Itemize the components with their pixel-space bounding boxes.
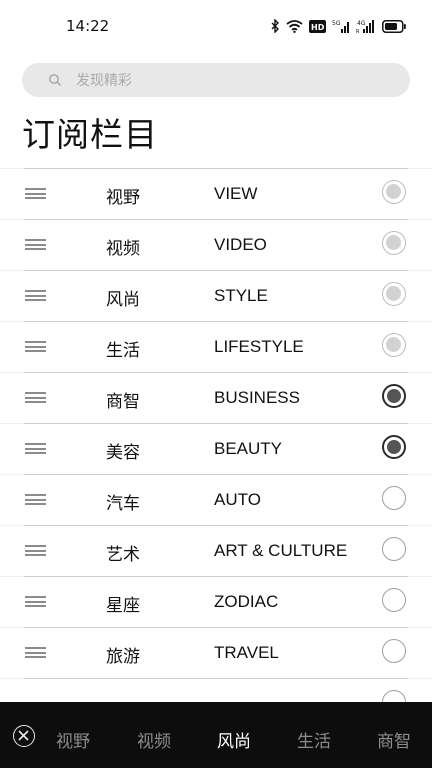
column-name-en: AUTO bbox=[214, 490, 261, 509]
drag-handle-icon[interactable] bbox=[25, 545, 46, 556]
drag-handle-icon[interactable] bbox=[25, 494, 46, 505]
list-item[interactable]: 汽车 AUTO bbox=[0, 474, 432, 525]
column-name-zh: 汽车 bbox=[106, 494, 140, 514]
list-item[interactable]: 旅游 TRAVEL bbox=[0, 627, 432, 678]
svg-text:R: R bbox=[356, 29, 360, 33]
column-name-en: BUSINESS bbox=[214, 388, 300, 407]
bottom-tab-bar: 视野 视频 风尚 生活 商智 bbox=[0, 702, 432, 768]
column-name-zh: 美容 bbox=[106, 443, 140, 463]
drag-handle-icon[interactable] bbox=[25, 443, 46, 454]
column-name-en: VIEW bbox=[214, 184, 258, 203]
bottom-tab[interactable]: 风尚 bbox=[217, 727, 251, 752]
bottom-tab[interactable]: 商智 bbox=[377, 727, 411, 752]
list-item[interactable]: 视频 VIDEO bbox=[0, 219, 432, 270]
row-divider bbox=[24, 576, 408, 577]
column-name-zh: 视野 bbox=[106, 188, 140, 208]
close-icon bbox=[18, 730, 29, 741]
subscribe-radio[interactable] bbox=[382, 333, 406, 357]
close-button[interactable] bbox=[13, 725, 35, 747]
subscribe-radio[interactable] bbox=[382, 435, 406, 459]
list-item[interactable]: 美容 BEAUTY bbox=[0, 423, 432, 474]
row-divider bbox=[24, 423, 408, 424]
subscribe-radio[interactable] bbox=[382, 486, 406, 510]
svg-text:HD: HD bbox=[311, 23, 325, 32]
battery-icon bbox=[382, 19, 406, 33]
drag-handle-icon[interactable] bbox=[25, 341, 46, 352]
signal-5g-icon: 5G bbox=[332, 19, 350, 33]
bluetooth-icon bbox=[270, 19, 280, 33]
drag-handle-icon[interactable] bbox=[25, 392, 46, 403]
column-name-en: LIFESTYLE bbox=[214, 337, 304, 356]
list-item[interactable]: 星座 ZODIAC bbox=[0, 576, 432, 627]
signal-4g-icon: 4G R bbox=[356, 19, 376, 33]
column-name-en: VIDEO bbox=[214, 235, 267, 254]
row-divider bbox=[24, 678, 408, 679]
row-divider bbox=[24, 321, 408, 322]
svg-text:4G: 4G bbox=[357, 20, 366, 27]
column-name-zh: 艺术 bbox=[106, 545, 140, 565]
drag-handle-icon[interactable] bbox=[25, 290, 46, 301]
subscribe-radio[interactable] bbox=[382, 231, 406, 255]
list-item[interactable]: 生活 LIFESTYLE bbox=[0, 321, 432, 372]
column-name-en: ART & CULTURE bbox=[214, 541, 348, 560]
row-divider bbox=[24, 372, 408, 373]
list-item[interactable]: 艺术 ART & CULTURE bbox=[0, 525, 432, 576]
column-name-en: TRAVEL bbox=[214, 643, 279, 662]
list-item[interactable]: 商智 BUSINESS bbox=[0, 372, 432, 423]
drag-handle-icon[interactable] bbox=[25, 188, 46, 199]
subscribe-radio[interactable] bbox=[382, 180, 406, 204]
subscribe-radio[interactable] bbox=[382, 384, 406, 408]
column-name-zh: 商智 bbox=[106, 392, 140, 412]
column-name-zh: 生活 bbox=[106, 341, 140, 361]
column-name-zh: 星座 bbox=[106, 596, 140, 616]
drag-handle-icon[interactable] bbox=[25, 596, 46, 607]
column-name-zh: 视频 bbox=[106, 239, 140, 259]
subscribe-radio[interactable] bbox=[382, 639, 406, 663]
drag-handle-icon[interactable] bbox=[25, 647, 46, 658]
list-item[interactable]: 风尚 STYLE bbox=[0, 270, 432, 321]
column-name-en: BEAUTY bbox=[214, 439, 283, 458]
wifi-icon bbox=[286, 19, 303, 33]
row-divider bbox=[24, 627, 408, 628]
search-bar[interactable]: 发现精彩 bbox=[22, 63, 410, 97]
status-icons: HD 5G 4G R bbox=[270, 16, 406, 36]
search-icon bbox=[49, 74, 62, 87]
bottom-tab[interactable]: 视频 bbox=[137, 727, 171, 752]
bottom-tab[interactable]: 生活 bbox=[297, 727, 331, 752]
row-divider bbox=[24, 219, 408, 220]
status-time: 14:22 bbox=[66, 17, 110, 35]
svg-text:5G: 5G bbox=[332, 20, 341, 27]
search-placeholder: 发现精彩 bbox=[76, 73, 132, 89]
drag-handle-icon[interactable] bbox=[25, 239, 46, 250]
hd-icon: HD bbox=[309, 19, 326, 33]
subscription-list: 视野 VIEW 视频 VIDEO 风尚 STYLE 生活 LIFESTYLE 商… bbox=[0, 168, 432, 729]
list-item[interactable]: 视野 VIEW bbox=[0, 168, 432, 219]
bottom-tab[interactable]: 视野 bbox=[56, 727, 90, 752]
status-bar: 14:22 HD 5G 4G R bbox=[0, 0, 432, 52]
column-name-en: STYLE bbox=[214, 286, 268, 305]
column-name-zh: 风尚 bbox=[106, 290, 140, 310]
subscribe-radio[interactable] bbox=[382, 537, 406, 561]
row-divider bbox=[24, 474, 408, 475]
row-divider bbox=[24, 525, 408, 526]
column-name-en: ZODIAC bbox=[214, 592, 279, 611]
row-divider bbox=[24, 270, 408, 271]
subscribe-radio[interactable] bbox=[382, 588, 406, 612]
column-name-zh: 旅游 bbox=[106, 647, 140, 667]
subscribe-radio[interactable] bbox=[382, 282, 406, 306]
row-divider bbox=[24, 168, 408, 169]
page-title: 订阅栏目 bbox=[22, 115, 158, 154]
